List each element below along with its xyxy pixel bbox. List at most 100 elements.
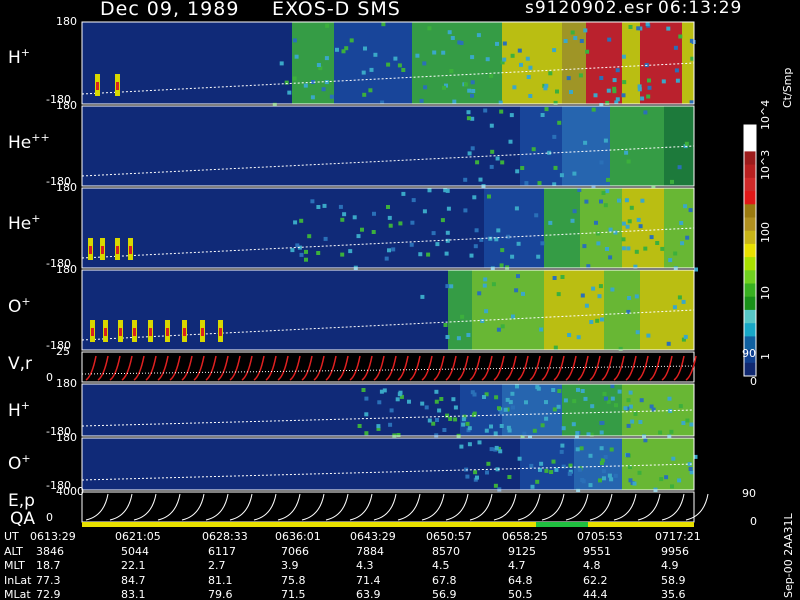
speckle (445, 230, 450, 235)
speckle (376, 424, 381, 429)
speckle (621, 54, 626, 59)
strip (646, 270, 652, 350)
colorbar-swatch (744, 270, 756, 284)
speckle (588, 483, 593, 488)
strip (508, 270, 514, 350)
ephem-cell: 84.7 (121, 573, 146, 587)
strip (496, 270, 502, 350)
speckle (601, 469, 606, 474)
speckle (588, 453, 593, 458)
speckle (614, 403, 618, 408)
speckle (539, 461, 544, 466)
ion-burst-core (89, 246, 92, 254)
speckle (470, 80, 475, 85)
speckle (610, 396, 615, 401)
speckle (489, 123, 494, 128)
speckle (598, 284, 603, 289)
speckle (638, 420, 643, 424)
speckle (627, 219, 632, 224)
speckle (480, 319, 485, 323)
ep-panel (81, 491, 695, 523)
strip (658, 22, 664, 104)
speckle (621, 221, 626, 226)
speckle (607, 37, 612, 42)
strip (436, 22, 442, 104)
speckle (621, 237, 626, 242)
speckle (594, 220, 598, 225)
speckle (608, 255, 613, 260)
speckle (612, 89, 617, 94)
speckle (685, 235, 690, 240)
speckle (573, 36, 578, 40)
speckle (589, 320, 594, 324)
ion-burst-core (104, 328, 107, 336)
strip (544, 106, 550, 186)
ephem-cell: 0643:29 (350, 530, 396, 543)
ephem-cell: 18.7 (36, 559, 61, 572)
strip (538, 22, 544, 104)
right-tick-top-7: 90 (742, 487, 756, 500)
speckle (622, 80, 627, 85)
colorbar-swatch (744, 283, 756, 298)
speckle (603, 203, 608, 208)
ephem-cell: 67.8 (432, 573, 457, 587)
speckle (449, 284, 454, 289)
speckle (452, 99, 457, 104)
speckle (500, 324, 505, 329)
colorbar-swatch (744, 230, 756, 245)
speckle (494, 395, 499, 400)
speckle (583, 140, 588, 145)
speckle (470, 146, 475, 151)
speckle (584, 199, 589, 204)
speckle (670, 484, 674, 489)
speckle (563, 39, 568, 43)
strip (544, 188, 550, 268)
speckle (552, 48, 557, 53)
speckle (634, 294, 639, 299)
speckle (548, 71, 553, 76)
strip (556, 270, 562, 350)
ephem-cell: 0636:01 (275, 530, 321, 543)
footer-id: Sep-00 2AA31L (782, 513, 795, 598)
speckle (570, 218, 575, 223)
speckle (466, 116, 471, 121)
strip (550, 106, 556, 186)
strip (304, 22, 310, 104)
ion-burst-core (91, 328, 94, 336)
speckle (634, 249, 639, 254)
strip (502, 270, 508, 350)
speckle (609, 477, 614, 482)
speckle (483, 277, 488, 282)
speckle (628, 25, 633, 29)
ion-burst-core (133, 328, 136, 336)
ephem-cell: 0717:21 (655, 530, 701, 543)
speckle (673, 45, 678, 50)
strip (532, 270, 538, 350)
speckle (293, 220, 298, 225)
speckle (469, 253, 474, 258)
speckle (303, 83, 308, 88)
strip (586, 438, 592, 490)
speckle (431, 421, 436, 426)
ephem-cell: 83.1 (121, 588, 146, 600)
speckle (511, 405, 515, 410)
strip (670, 270, 676, 350)
speckle (596, 241, 601, 246)
strip (598, 22, 604, 104)
speckle (465, 421, 470, 426)
strip (580, 270, 586, 350)
speckle (473, 470, 478, 475)
ion-burst-core (201, 328, 204, 336)
speckle (447, 30, 452, 35)
speckle (599, 430, 604, 435)
speckle (599, 199, 603, 204)
speckle (483, 108, 488, 113)
strip (610, 438, 616, 490)
speckle (450, 36, 455, 40)
strip (676, 22, 682, 104)
strip (490, 188, 496, 268)
speckle (484, 428, 489, 433)
strip (640, 22, 646, 104)
speckle (580, 293, 585, 298)
strip (592, 270, 598, 350)
